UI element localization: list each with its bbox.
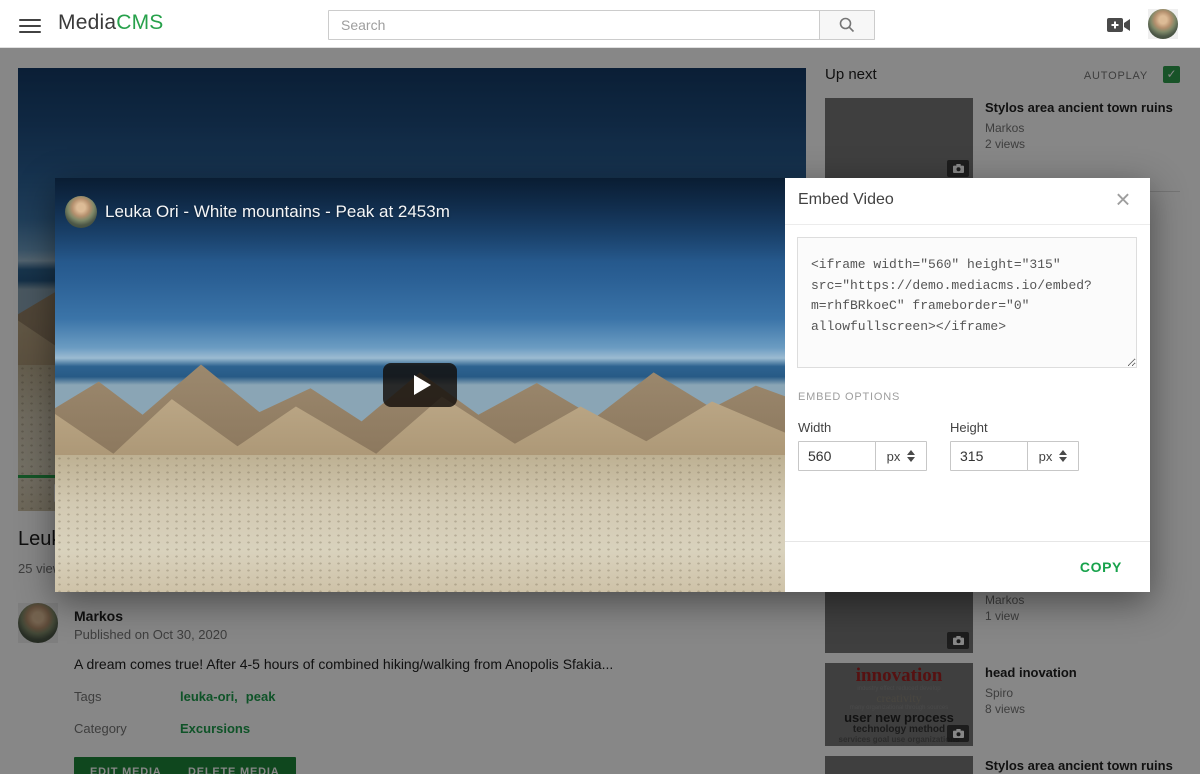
terrain-foreground bbox=[55, 455, 785, 592]
height-group: px bbox=[950, 441, 1079, 471]
unit-label: px bbox=[1039, 449, 1053, 464]
width-unit-select[interactable]: px bbox=[875, 441, 927, 471]
embed-code-textarea[interactable]: <iframe width="560" height="315" src="ht… bbox=[797, 237, 1137, 368]
logo-media: Media bbox=[58, 11, 116, 34]
divider bbox=[785, 224, 1150, 225]
embed-preview-player[interactable]: Leuka Ori - White mountains - Peak at 24… bbox=[55, 178, 785, 592]
copy-button[interactable]: COPY bbox=[1080, 559, 1122, 575]
avatar-image bbox=[65, 196, 97, 228]
menu-bar bbox=[19, 25, 41, 28]
search-button[interactable] bbox=[820, 10, 875, 40]
menu-bar bbox=[19, 19, 41, 22]
spinner-icon bbox=[1059, 450, 1067, 462]
preview-video-title[interactable]: Leuka Ori - White mountains - Peak at 24… bbox=[105, 202, 450, 222]
width-group: px bbox=[798, 441, 927, 471]
menu-icon[interactable] bbox=[14, 10, 46, 38]
play-button[interactable] bbox=[383, 363, 457, 407]
height-input[interactable] bbox=[950, 441, 1028, 471]
search-bar bbox=[328, 10, 875, 40]
search-icon bbox=[838, 16, 856, 34]
close-icon[interactable]: × bbox=[1108, 184, 1138, 214]
modal-footer: COPY bbox=[785, 541, 1150, 592]
user-avatar[interactable] bbox=[1148, 9, 1178, 39]
unit-label: px bbox=[887, 449, 901, 464]
width-label: Width bbox=[798, 420, 831, 435]
spinner-icon bbox=[907, 450, 915, 462]
width-input[interactable] bbox=[798, 441, 876, 471]
mediacms-video-page: MediaCMS bbox=[0, 0, 1200, 774]
embed-options-heading: EMBED OPTIONS bbox=[798, 391, 900, 403]
height-label: Height bbox=[950, 420, 988, 435]
logo-cms: CMS bbox=[116, 11, 163, 34]
top-bar: MediaCMS bbox=[0, 0, 1200, 48]
menu-bar bbox=[19, 31, 41, 34]
search-input[interactable] bbox=[328, 10, 820, 40]
embed-options-panel: Embed Video × <iframe width="560" height… bbox=[785, 178, 1150, 592]
embed-video-modal: Leuka Ori - White mountains - Peak at 24… bbox=[55, 178, 1150, 592]
upload-media-button[interactable] bbox=[1106, 13, 1136, 37]
modal-title: Embed Video bbox=[798, 191, 894, 209]
video-upload-icon bbox=[1106, 14, 1132, 36]
preview-author-avatar[interactable] bbox=[65, 196, 97, 228]
avatar-image bbox=[1148, 9, 1178, 39]
height-unit-select[interactable]: px bbox=[1027, 441, 1079, 471]
play-icon bbox=[414, 375, 431, 395]
logo[interactable]: MediaCMS bbox=[58, 11, 163, 35]
